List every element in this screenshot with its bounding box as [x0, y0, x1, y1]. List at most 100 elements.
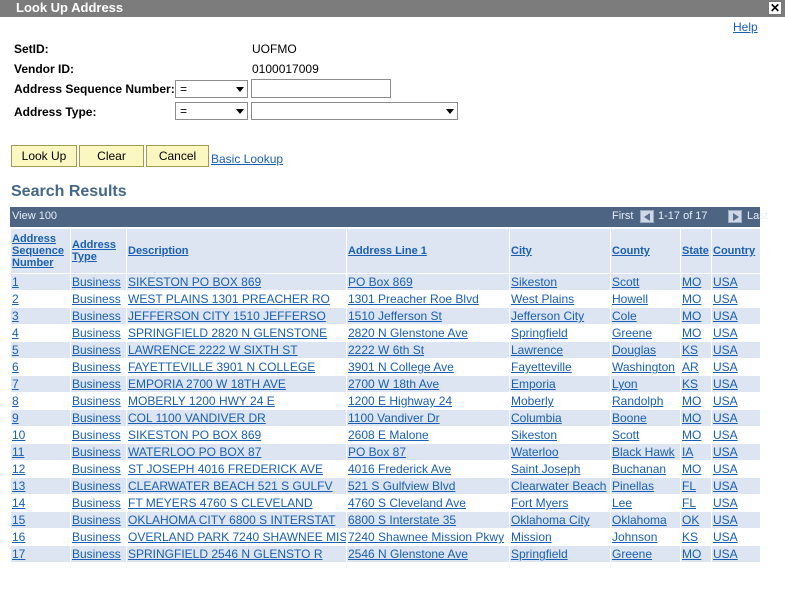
state-link[interactable]: MO	[682, 275, 701, 289]
state-link[interactable]: KS	[682, 377, 698, 391]
close-icon[interactable]: ✕	[768, 1, 782, 15]
country-link[interactable]: USA	[713, 445, 738, 459]
city-link[interactable]: Fort Myers	[511, 496, 568, 510]
country-link[interactable]: USA	[713, 513, 738, 527]
description-link[interactable]: FT MEYERS 4760 S CLEVELAND	[128, 496, 313, 510]
address-sequence-number-link[interactable]: 15	[12, 513, 25, 527]
county-link[interactable]: Scott	[612, 275, 639, 289]
city-link[interactable]: Springfield	[511, 326, 568, 340]
address-line-1-link[interactable]: 7240 Shawnee Mission Pkwy	[348, 530, 504, 544]
country-link[interactable]: USA	[713, 428, 738, 442]
address-sequence-number-link[interactable]: 7	[12, 377, 19, 391]
address-line-1-link[interactable]: 2700 W 18th Ave	[348, 377, 439, 391]
city-link[interactable]: Emporia	[511, 377, 556, 391]
address-type-link[interactable]: Business	[72, 428, 121, 442]
description-link[interactable]: CLEARWATER BEACH 521 S GULFV	[128, 479, 333, 493]
county-link[interactable]: Washington	[612, 360, 675, 374]
country-link[interactable]: USA	[713, 360, 738, 374]
column-header-city[interactable]: City	[509, 228, 611, 274]
state-link[interactable]: FL	[682, 479, 696, 493]
description-link[interactable]: WEST PLAINS 1301 PREACHER RO	[128, 292, 330, 306]
address-sequence-number-link[interactable]: 8	[12, 394, 19, 408]
country-link[interactable]: USA	[713, 275, 738, 289]
address-type-link[interactable]: Business	[72, 462, 121, 476]
county-link[interactable]: Pinellas	[612, 479, 654, 493]
county-link[interactable]: Boone	[612, 411, 647, 425]
state-link[interactable]: MO	[682, 428, 701, 442]
address-line-1-link[interactable]: 521 S Gulfview Blvd	[348, 479, 455, 493]
state-link[interactable]: MO	[682, 462, 701, 476]
state-link[interactable]: FL	[682, 496, 696, 510]
look-up-button[interactable]: Look Up	[11, 145, 77, 167]
county-link[interactable]: Black Hawk	[612, 445, 675, 459]
basic-lookup-link[interactable]: Basic Lookup	[211, 152, 283, 166]
county-link[interactable]: Scott	[612, 428, 639, 442]
column-header-description[interactable]: Description	[126, 228, 347, 274]
address-line-1-link[interactable]: 2222 W 6th St	[348, 343, 424, 357]
city-link[interactable]: Oklahoma City	[511, 513, 590, 527]
county-link[interactable]: Buchanan	[612, 462, 666, 476]
description-link[interactable]: SPRINGFIELD 2546 N GLENSTO R	[128, 547, 323, 561]
state-link[interactable]: OK	[682, 513, 699, 527]
cancel-button[interactable]: Cancel	[146, 145, 209, 167]
state-link[interactable]: MO	[682, 309, 701, 323]
next-page-button[interactable]	[728, 210, 742, 223]
description-link[interactable]: OVERLAND PARK 7240 SHAWNEE MIS	[128, 530, 346, 544]
state-link[interactable]: KS	[682, 530, 698, 544]
address-type-link[interactable]: Business	[72, 326, 121, 340]
city-link[interactable]: Mission	[511, 530, 552, 544]
country-link[interactable]: USA	[713, 343, 738, 357]
clear-button[interactable]: Clear	[79, 145, 144, 167]
state-link[interactable]: MO	[682, 394, 701, 408]
city-link[interactable]: Sikeston	[511, 428, 557, 442]
county-link[interactable]: Cole	[612, 309, 637, 323]
address-type-link[interactable]: Business	[72, 445, 121, 459]
address-type-link[interactable]: Business	[72, 309, 121, 323]
county-link[interactable]: Greene	[612, 547, 652, 561]
address-sequence-number-link[interactable]: 5	[12, 343, 19, 357]
state-link[interactable]: MO	[682, 547, 701, 561]
state-link[interactable]: MO	[682, 292, 701, 306]
country-link[interactable]: USA	[713, 462, 738, 476]
column-header-state[interactable]: State	[680, 228, 712, 274]
city-link[interactable]: West Plains	[511, 292, 574, 306]
address-sequence-number-link[interactable]: 4	[12, 326, 19, 340]
state-link[interactable]: KS	[682, 343, 698, 357]
description-link[interactable]: COL 1100 VANDIVER DR	[128, 411, 266, 425]
state-link[interactable]: AR	[682, 360, 699, 374]
country-link[interactable]: USA	[713, 394, 738, 408]
city-link[interactable]: Jefferson City	[511, 309, 584, 323]
address-sequence-number-link[interactable]: 14	[12, 496, 25, 510]
city-link[interactable]: Sikeston	[511, 275, 557, 289]
address-sequence-number-link[interactable]: 2	[12, 292, 19, 306]
city-link[interactable]: Springfield	[511, 547, 568, 561]
address-line-1-link[interactable]: 3901 N College Ave	[348, 360, 454, 374]
address-line-1-link[interactable]: 2608 E Malone	[348, 428, 429, 442]
city-link[interactable]: Columbia	[511, 411, 562, 425]
address-line-1-link[interactable]: 1510 Jefferson St	[348, 309, 442, 323]
description-link[interactable]: FAYETTEVILLE 3901 N COLLEGE	[128, 360, 315, 374]
country-link[interactable]: USA	[713, 496, 738, 510]
address-sequence-number-link[interactable]: 16	[12, 530, 25, 544]
city-link[interactable]: Moberly	[511, 394, 554, 408]
address-type-link[interactable]: Business	[72, 360, 121, 374]
address-type-link[interactable]: Business	[72, 394, 121, 408]
column-header-country[interactable]: Country	[711, 228, 761, 274]
address-line-1-link[interactable]: 2546 N Glenstone Ave	[348, 547, 468, 561]
address-type-link[interactable]: Business	[72, 530, 121, 544]
country-link[interactable]: USA	[713, 547, 738, 561]
address-line-1-link[interactable]: 1200 E Highway 24	[348, 394, 452, 408]
description-link[interactable]: SIKESTON PO BOX 869	[128, 275, 261, 289]
address-sequence-number-link[interactable]: 12	[12, 462, 25, 476]
country-link[interactable]: USA	[713, 377, 738, 391]
county-link[interactable]: Lyon	[612, 377, 638, 391]
address-type-link[interactable]: Business	[72, 275, 121, 289]
description-link[interactable]: LAWRENCE 2222 W SIXTH ST	[128, 343, 298, 357]
address-sequence-number-link[interactable]: 11	[12, 445, 24, 459]
address-sequence-number-link[interactable]: 17	[12, 547, 25, 561]
address-line-1-link[interactable]: 6800 S Interstate 35	[348, 513, 456, 527]
view-100-link[interactable]: View 100	[12, 210, 57, 222]
city-link[interactable]: Waterloo	[511, 445, 559, 459]
address-sequence-number-link[interactable]: 9	[12, 411, 19, 425]
country-link[interactable]: USA	[713, 479, 738, 493]
